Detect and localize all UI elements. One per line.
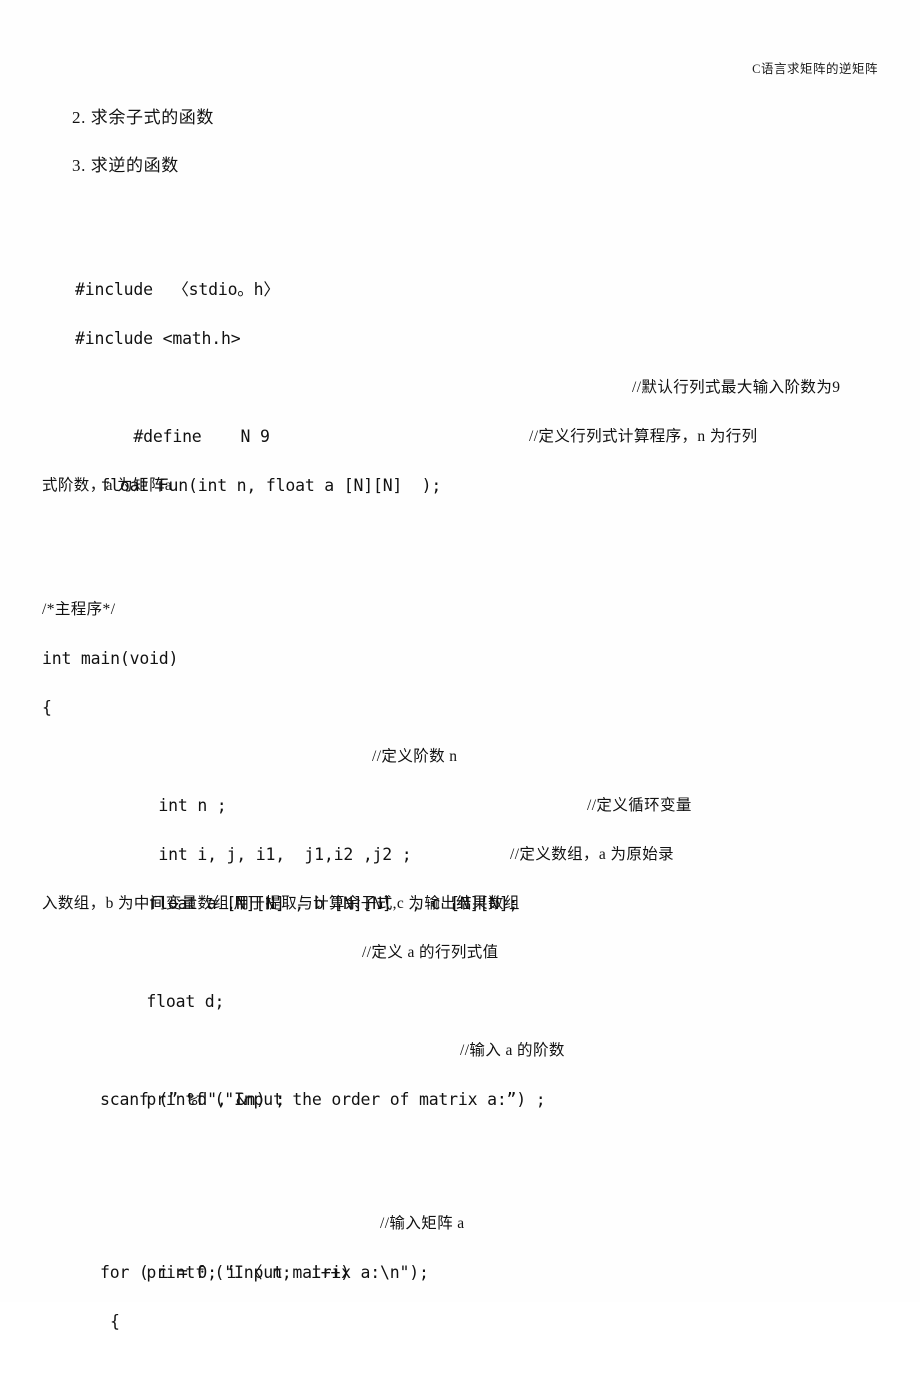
code-fun-prototype-comment-wrap: 式阶数，a 为矩阵a	[42, 477, 173, 494]
code-decl-n: int n ; //定义阶数 n	[42, 732, 890, 815]
code-printf-order: printf ("Input the order of matrix a:”) …	[42, 1026, 890, 1109]
running-header: C语言求矩阵的逆矩阵	[752, 62, 878, 76]
code-decl-arrays-comment-wrap: 入数组，b 为中间变量数组,用于提取与计算余子式,c 为输出结果数组	[42, 895, 520, 912]
code-printf-order-comment: //输入 a 的阶数	[460, 1042, 565, 1059]
outline-item-2: 2. 求余子式的函数	[72, 108, 214, 127]
code-fun-prototype-comment: //定义行列式计算程序，n 为行列	[529, 428, 758, 445]
code-main-block-comment: /*主程序*/	[42, 601, 116, 618]
code-decl-arrays: float a [N][N] , b [N][N] , c [N][N]; //…	[42, 830, 890, 913]
code-define-n: #define N 9 //默认行列式最大输入阶数为9	[42, 363, 890, 446]
code-fun-prototype: float Fun(int n, float a [N][N] ); //定义行…	[42, 412, 890, 495]
code-main-open-brace: {	[42, 698, 52, 717]
code-decl-d-text: float d;	[146, 992, 225, 1011]
code-define-n-comment: //默认行列式最大输入阶数为9	[632, 379, 841, 396]
code-for-loop: for ( i = 0; i 〈 n; i++)	[100, 1263, 350, 1282]
document-page: C语言求矩阵的逆矩阵 2. 求余子式的函数 3. 求逆的函数 #include …	[0, 0, 920, 1331]
code-for-open-brace: {	[110, 1312, 120, 1331]
code-include-math: #include <math.h>	[75, 329, 241, 348]
code-main-signature: int main(void)	[42, 649, 179, 668]
code-include-stdio: #include 〈stdio。h〉	[75, 280, 280, 299]
outline-item-3: 3. 求逆的函数	[72, 156, 179, 175]
code-decl-d-comment: //定义 a 的行列式值	[362, 944, 499, 961]
code-decl-arrays-comment: //定义数组，a 为原始录	[510, 846, 675, 863]
code-decl-loop-vars-comment: //定义循环变量	[587, 797, 692, 814]
document-body: 2. 求余子式的函数 3. 求逆的函数 #include 〈stdio。h〉 #…	[42, 94, 890, 1346]
code-decl-n-comment: //定义阶数 n	[372, 748, 458, 765]
code-printf-matrix-comment: //输入矩阵 a	[380, 1215, 465, 1232]
code-decl-loop-vars: int i, j, i1, j1,i2 ,j2 ; //定义循环变量	[42, 781, 890, 864]
code-decl-d: float d; //定义 a 的行列式值	[42, 928, 890, 1011]
code-printf-matrix: printf ("Input matrix a:\n"); //输入矩阵 a	[42, 1199, 890, 1282]
code-scanf-order: scanf (” %d", &n) ;	[100, 1090, 285, 1109]
